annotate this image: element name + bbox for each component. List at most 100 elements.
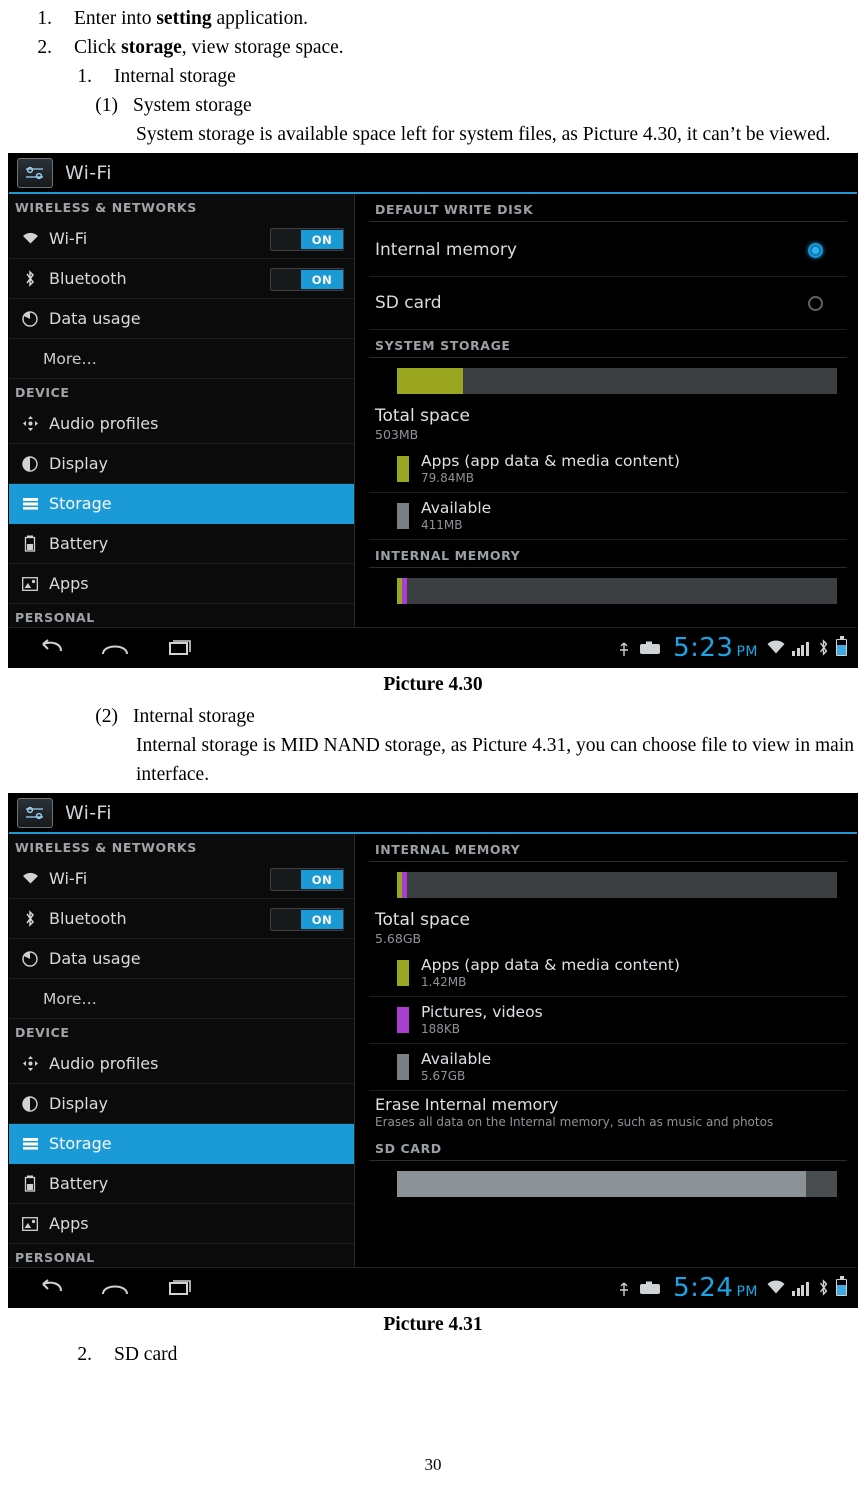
sidebar-item-label: Bluetooth xyxy=(49,909,127,928)
bluetooth-toggle-state: ON xyxy=(301,910,343,929)
sidebar-group-device: DEVICE xyxy=(15,1025,70,1040)
battery-icon xyxy=(17,535,43,552)
radio-button-selected[interactable] xyxy=(808,242,823,258)
bluetooth-toggle[interactable]: ON xyxy=(270,908,344,931)
clock: 5:24 PM xyxy=(673,1273,758,1303)
storage-row-available[interactable]: Available 411MB xyxy=(369,493,847,540)
storage-row-size: 1.42MB xyxy=(421,975,467,989)
sidebar-item-label: More… xyxy=(43,349,97,368)
sidebar-item-label: Display xyxy=(49,1094,108,1113)
bluetooth-status-icon xyxy=(818,639,829,656)
sidebar-item-more[interactable]: More… xyxy=(9,339,354,379)
sidebar-item-data-usage[interactable]: Data usage xyxy=(9,299,354,339)
erase-internal-memory-row[interactable]: Erase Internal memory Erases all data on… xyxy=(369,1091,847,1133)
total-space-value: 5.68GB xyxy=(375,931,422,946)
apps-icon xyxy=(17,1216,43,1231)
sidebar-item-storage[interactable]: Storage xyxy=(9,484,354,524)
erase-subtitle: Erases all data on the Internal memory, … xyxy=(375,1115,774,1129)
storage-row-size: 188KB xyxy=(421,1022,461,1036)
sidebar-item-data-usage[interactable]: Data usage xyxy=(9,939,354,979)
audio-profiles-icon xyxy=(17,1055,43,1072)
sidebar-item-audio-profiles[interactable]: Audio profiles xyxy=(9,1044,354,1084)
wifi-toggle[interactable]: ON xyxy=(270,228,344,251)
home-button[interactable] xyxy=(83,638,147,658)
system-storage-bar xyxy=(397,368,837,394)
sidebar-item-more[interactable]: More… xyxy=(9,979,354,1019)
color-swatch xyxy=(397,455,409,482)
sidebar-item-audio-profiles[interactable]: Audio profiles xyxy=(9,404,354,444)
storage-row-name: Available xyxy=(421,499,492,517)
sidebar-item-apps[interactable]: Apps xyxy=(9,1204,354,1244)
sidebar-item-bluetooth[interactable]: Bluetooth ON xyxy=(9,899,354,939)
back-button[interactable] xyxy=(19,1278,83,1298)
sidebar-item-label: Wi-Fi xyxy=(49,869,88,888)
sidebar-item-label: Storage xyxy=(49,1134,112,1153)
storage-row-size: 79.84MB xyxy=(421,471,474,485)
bluetooth-toggle[interactable]: ON xyxy=(270,268,344,291)
sidebar-item-battery[interactable]: Battery xyxy=(9,1164,354,1204)
radio-internal-memory[interactable]: Internal memory xyxy=(369,224,847,277)
wifi-toggle[interactable]: ON xyxy=(270,868,344,891)
document-page: 1. Enter into setting application. 2. Cl… xyxy=(0,4,866,1491)
recents-button[interactable] xyxy=(147,638,211,658)
storage-row-apps[interactable]: Apps (app data & media content) 79.84MB xyxy=(369,446,847,493)
screenshot-picture-4-30: Wi-Fi WIRELESS & NETWORKS Wi-Fi ON Bluet… xyxy=(8,153,858,668)
step2-part3: , view storage space. xyxy=(181,37,344,58)
wifi-status-icon xyxy=(766,640,786,655)
sidebar-item-label: Audio profiles xyxy=(49,1054,159,1073)
signal-icon xyxy=(792,640,810,656)
recents-button[interactable] xyxy=(147,1278,211,1298)
storage-row-pictures[interactable]: Pictures, videos 188KB xyxy=(369,997,847,1044)
storage-row-apps[interactable]: Apps (app data & media content) 1.42MB xyxy=(369,950,847,997)
sidebar-group-personal: PERSONAL xyxy=(15,610,95,625)
step1-part2: setting xyxy=(156,8,212,29)
sidebar-item-wifi[interactable]: Wi-Fi ON xyxy=(9,859,354,899)
screenshot-icon xyxy=(639,1280,661,1296)
battery-icon xyxy=(17,1175,43,1192)
bluetooth-icon xyxy=(17,270,43,287)
audio-profiles-icon xyxy=(17,415,43,432)
usb-icon xyxy=(617,1279,631,1297)
sidebar-item-storage[interactable]: Storage xyxy=(9,1124,354,1164)
sidebar-item-label: Apps xyxy=(49,1214,89,1233)
shot1-titlebar: Wi-Fi xyxy=(9,154,857,194)
section-internal-memory: INTERNAL MEMORY xyxy=(369,540,847,568)
storage-row-name: Apps (app data & media content) xyxy=(421,956,680,974)
total-space-row: Total space 5.68GB xyxy=(369,906,847,950)
caption-picture-4-31: Picture 4.31 xyxy=(383,1314,483,1335)
sidebar-item-display[interactable]: Display xyxy=(9,444,354,484)
radio-sd-card[interactable]: SD card xyxy=(369,277,847,330)
sidebar-item-wifi[interactable]: Wi-Fi ON xyxy=(9,219,354,259)
shot1-content: DEFAULT WRITE DISK Internal memory SD ca… xyxy=(355,194,857,627)
sidebar-item-bluetooth[interactable]: Bluetooth ON xyxy=(9,259,354,299)
wifi-settings-icon xyxy=(17,798,53,828)
sidebar-item-apps[interactable]: Apps xyxy=(9,564,354,604)
storage-row-available[interactable]: Available 5.67GB xyxy=(369,1044,847,1091)
sidebar-group-device: DEVICE xyxy=(15,385,70,400)
sidebar-item-display[interactable]: Display xyxy=(9,1084,354,1124)
storage-row-size: 411MB xyxy=(421,518,463,532)
sidebar-item-label: More… xyxy=(43,989,97,1008)
home-button[interactable] xyxy=(83,1278,147,1298)
color-swatch xyxy=(397,959,409,986)
clock: 5:23 PM xyxy=(673,633,758,663)
shot1-navbar: 5:23 PM xyxy=(9,627,857,667)
sidebar-item-label: Apps xyxy=(49,574,89,593)
sidebar-item-label: Data usage xyxy=(49,949,141,968)
sidebar-item-label: Audio profiles xyxy=(49,414,159,433)
bluetooth-icon xyxy=(17,910,43,927)
wifi-icon xyxy=(17,872,43,885)
storage-row-name: Pictures, videos xyxy=(421,1003,543,1021)
storage-row-name: Apps (app data & media content) xyxy=(421,452,680,470)
radio-button[interactable] xyxy=(808,295,823,311)
back-button[interactable] xyxy=(19,638,83,658)
section-system-storage: SYSTEM STORAGE xyxy=(369,330,847,358)
shot2-body: WIRELESS & NETWORKS Wi-Fi ON Bluetooth O… xyxy=(9,834,857,1267)
signal-icon xyxy=(792,1280,810,1296)
bluetooth-status-icon xyxy=(818,1279,829,1296)
sub-list-text: Internal storage xyxy=(114,66,236,87)
item-1-title: System storage xyxy=(133,95,252,116)
sidebar-item-battery[interactable]: Battery xyxy=(9,524,354,564)
item-2-number: (2) xyxy=(95,706,118,727)
usb-icon xyxy=(617,639,631,657)
